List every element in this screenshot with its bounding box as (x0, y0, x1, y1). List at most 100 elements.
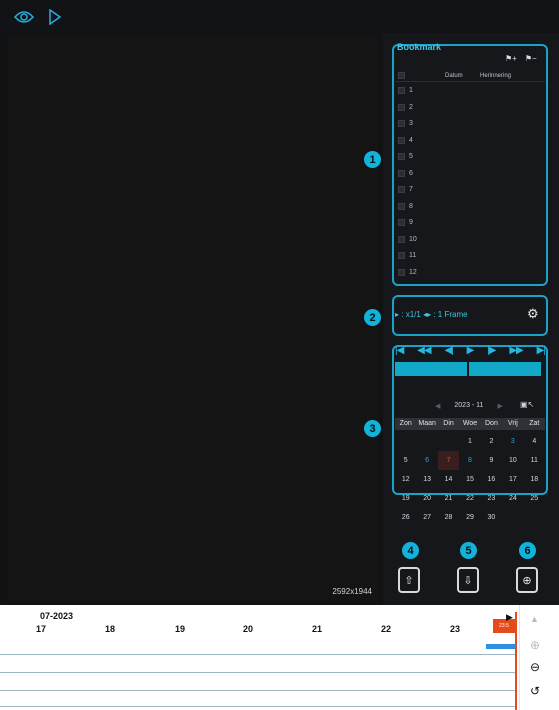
calendar-day[interactable]: 4 (524, 432, 545, 451)
eye-icon[interactable] (14, 9, 34, 25)
clip-button[interactable]: ⇩ (457, 567, 479, 593)
time-cursor[interactable] (515, 612, 517, 710)
calendar-day[interactable]: 7 (437, 451, 460, 470)
timeline-hour-label: 18 (105, 624, 116, 634)
bookmark-checkbox[interactable] (398, 235, 405, 243)
weekday-label: Woe (462, 420, 478, 427)
timeline-track (0, 690, 516, 691)
bookmark-index: 5 (409, 153, 413, 160)
zoom-in-timeline-icon[interactable]: ⊕ (530, 638, 540, 652)
bookmark-col-date: Datum (445, 73, 463, 79)
calendar-day[interactable]: 21 (438, 489, 459, 508)
calendar-day[interactable]: 28 (438, 508, 459, 527)
bookmark-checkbox[interactable] (398, 252, 405, 259)
calendar-day[interactable]: 30 (481, 508, 502, 527)
calendar-export-icon[interactable]: ▣↖ (520, 400, 534, 409)
select-all-checkbox[interactable] (398, 72, 405, 79)
reset-timeline-icon[interactable]: ↺ (530, 684, 540, 698)
skip-start-icon[interactable]: |◀ (395, 345, 404, 356)
bookmark-row[interactable]: 2 (398, 103, 413, 111)
calendar-day[interactable]: 11 (524, 451, 545, 470)
rewind-icon[interactable]: ◀◀ (417, 345, 431, 356)
bookmark-index: 3 (409, 120, 413, 127)
bookmark-checkbox[interactable] (398, 103, 405, 111)
speed-label: : x1/1 (401, 310, 421, 319)
play-button-icon[interactable]: ▶ (467, 345, 475, 356)
weekday-label: Zat (529, 420, 540, 427)
calendar-day[interactable]: 27 (416, 508, 437, 527)
skip-end-icon[interactable]: ▶| (537, 345, 546, 356)
bookmark-row[interactable]: 7 (398, 186, 413, 193)
calendar-day[interactable]: 23 (481, 489, 502, 508)
play-icon[interactable] (48, 8, 62, 25)
bookmark-row[interactable]: 4 (398, 136, 413, 144)
zoom-button[interactable]: ⊕ (516, 567, 538, 593)
zoom-out-timeline-icon[interactable]: ⊖ (530, 660, 540, 674)
timeline-hour-label: 23 (450, 624, 461, 634)
bookmark-row[interactable]: 10 (398, 235, 417, 243)
calendar-day[interactable]: 20 (416, 489, 437, 508)
calendar-day[interactable]: 10 (502, 451, 523, 470)
calendar-day[interactable]: 17 (502, 470, 523, 489)
calendar-day[interactable]: 16 (481, 470, 502, 489)
bookmark-row[interactable]: 12 (398, 268, 417, 276)
bookmark-checkbox[interactable] (398, 120, 405, 127)
calendar-day[interactable]: 1 (459, 432, 480, 451)
bookmark-checkbox[interactable] (398, 186, 405, 193)
playback-progress-right[interactable] (469, 362, 541, 376)
bookmark-row[interactable]: 8 (398, 202, 413, 210)
calendar-day[interactable]: 15 (459, 470, 480, 489)
calendar-day[interactable]: 8 (459, 451, 480, 470)
calendar-day[interactable]: 29 (459, 508, 480, 527)
calendar-day[interactable]: 13 (416, 470, 437, 489)
settings-gear-icon[interactable]: ⚙ (527, 306, 539, 322)
bookmark-checkbox[interactable] (398, 268, 405, 276)
bookmark-row[interactable]: 3 (398, 120, 413, 127)
prev-month-icon[interactable]: ◀ (435, 402, 440, 410)
timeline[interactable] (0, 605, 559, 710)
calendar-day[interactable]: 24 (502, 489, 523, 508)
calendar-day[interactable]: 18 (524, 470, 545, 489)
fast-forward-icon[interactable]: ▶▶ (509, 345, 523, 356)
calendar-day[interactable]: 25 (524, 489, 545, 508)
calendar-day (438, 432, 459, 451)
remove-bookmark-icon[interactable]: ⚑− (525, 54, 537, 63)
bookmark-checkbox[interactable] (398, 169, 405, 177)
bookmark-index: 11 (409, 252, 417, 259)
scroll-up-icon[interactable]: ▲ (530, 614, 539, 624)
calendar-day (395, 432, 416, 451)
calendar-day[interactable]: 22 (459, 489, 480, 508)
calendar-day[interactable]: 3 (502, 432, 523, 451)
next-month-icon[interactable]: ▶ (497, 402, 502, 410)
bookmark-checkbox[interactable] (398, 153, 405, 160)
calendar-day[interactable]: 6 (416, 451, 437, 470)
bookmark-row[interactable]: 6 (398, 169, 413, 177)
bookmark-checkbox[interactable] (398, 202, 405, 210)
export-button[interactable]: ⇧ (398, 567, 420, 593)
calendar-day[interactable]: 9 (481, 451, 502, 470)
calendar-day[interactable]: 5 (395, 451, 416, 470)
calendar-day[interactable]: 14 (438, 470, 459, 489)
recording-segment[interactable] (486, 644, 516, 649)
step-back-icon[interactable]: ◀| (444, 345, 453, 356)
bookmark-row[interactable]: 1 (398, 87, 413, 94)
bookmark-row[interactable]: 11 (398, 252, 416, 259)
calendar-day[interactable]: 19 (395, 489, 416, 508)
bookmark-checkbox[interactable] (398, 87, 405, 94)
playback-progress-left[interactable] (395, 362, 467, 376)
calendar-day[interactable]: 2 (481, 432, 502, 451)
step-forward-icon[interactable]: |▶ (487, 345, 496, 356)
add-bookmark-icon[interactable]: ⚑+ (505, 54, 517, 63)
calendar-day[interactable]: 26 (395, 508, 416, 527)
calendar-day[interactable]: 12 (395, 470, 416, 489)
bookmark-checkbox[interactable] (398, 219, 405, 226)
frame-step-icon[interactable]: ◂▸ (423, 310, 433, 319)
speed-controls: ▸ : x1/1 ◂▸ : 1 Frame (395, 310, 468, 319)
video-view[interactable]: 2592x1944 (8, 37, 378, 602)
bookmark-row[interactable]: 9 (398, 219, 413, 226)
frame-label: : 1 Frame (433, 310, 468, 319)
bookmark-row[interactable]: 5 (398, 153, 413, 160)
bookmark-checkbox[interactable] (398, 136, 405, 144)
bookmark-index: 10 (409, 235, 417, 243)
speed-arrow-icon[interactable]: ▸ (395, 310, 399, 319)
